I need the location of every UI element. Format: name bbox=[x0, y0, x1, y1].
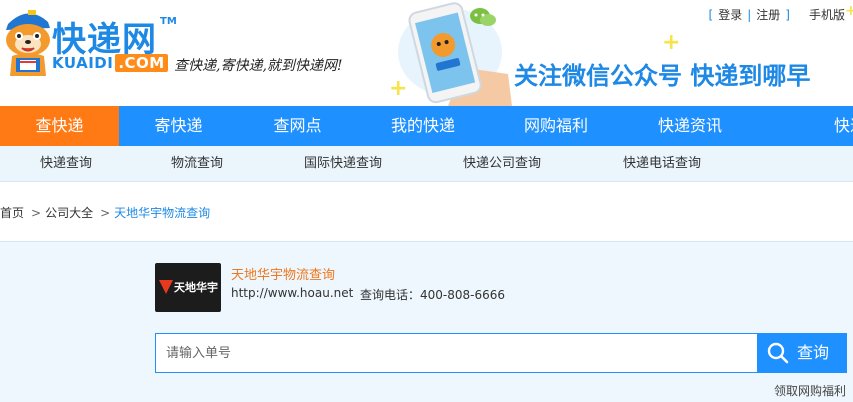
subnav-item-international[interactable]: 国际快递查询 bbox=[304, 146, 382, 182]
company-phone-label: 查询电话： bbox=[360, 288, 421, 302]
tracking-number-input[interactable] bbox=[155, 333, 757, 373]
tracking-search: 查询 bbox=[155, 333, 847, 373]
topbar-bracket: ] bbox=[785, 8, 790, 22]
company-name: 天地华宇物流查询 bbox=[231, 268, 336, 283]
topbar-bracket: [ bbox=[708, 8, 714, 22]
user-topbar: [ 登录 | 注册] 手机版 bbox=[704, 6, 845, 23]
brand-domain-suffix: .COM bbox=[115, 54, 168, 72]
site-header: 快递网 TM KUAIDI .COM 查快递,寄快递,就到快递网! + + + … bbox=[0, 0, 853, 106]
subnav-item-phone-query[interactable]: 快递电话查询 bbox=[623, 146, 701, 182]
brand-domain-name: KUAIDI bbox=[52, 54, 114, 72]
company-phone-number: 400-808-6666 bbox=[420, 288, 506, 302]
breadcrumb-separator: > bbox=[100, 206, 111, 220]
trademark: TM bbox=[160, 16, 177, 27]
nav-item-outlets[interactable]: 查网点 bbox=[238, 106, 357, 146]
subnav-item-company-query[interactable]: 快递公司查询 bbox=[463, 146, 541, 182]
sub-nav: 快递查询 物流查询 国际快递查询 快递公司查询 快递电话查询 bbox=[0, 146, 853, 182]
decor-plus-icon: + bbox=[389, 76, 408, 101]
nav-item-more[interactable]: 快递 bbox=[834, 106, 853, 146]
nav-item-send[interactable]: 寄快递 bbox=[119, 106, 238, 146]
decor-plus-icon: + bbox=[845, 3, 853, 19]
site-logo[interactable]: 快递网 TM KUAIDI .COM bbox=[0, 2, 177, 82]
register-link[interactable]: 注册 bbox=[756, 8, 780, 22]
breadcrumb-companies[interactable]: 公司大全 bbox=[45, 206, 93, 220]
subnav-item-express-query[interactable]: 快递查询 bbox=[40, 146, 92, 182]
company-phone: 查询电话：400-808-6666 bbox=[360, 286, 505, 303]
search-icon bbox=[767, 342, 789, 364]
wechat-promo-text: 关注微信公众号 快递到哪早 bbox=[514, 62, 811, 90]
topbar-divider: | bbox=[747, 8, 752, 22]
breadcrumb-separator: > bbox=[31, 206, 42, 220]
site-slogan: 查快递,寄快递,就到快递网! bbox=[174, 58, 343, 74]
breadcrumb-home[interactable]: 首页 bbox=[0, 206, 24, 220]
mobile-version-link[interactable]: 手机版 bbox=[809, 8, 845, 22]
breadcrumb: 首页 > 公司大全 > 天地华宇物流查询 bbox=[0, 204, 210, 221]
nav-item-news[interactable]: 快递资讯 bbox=[623, 106, 757, 146]
company-logo-mark-icon bbox=[159, 280, 173, 294]
login-link[interactable]: 登录 bbox=[718, 8, 742, 22]
mascot-icon bbox=[6, 10, 50, 76]
shopping-welfare-link[interactable]: 领取网购福利 bbox=[774, 382, 846, 399]
query-button-label: 查询 bbox=[797, 343, 830, 362]
decor-plus-icon: + bbox=[662, 30, 681, 55]
query-button[interactable]: 查询 bbox=[757, 333, 847, 373]
nav-item-shopping-welfare[interactable]: 网购福利 bbox=[489, 106, 623, 146]
main-nav: 查快递 寄快递 查网点 我的快递 网购福利 快递资讯 快递 bbox=[0, 106, 853, 146]
company-url[interactable]: http://www.hoau.net bbox=[231, 286, 353, 300]
breadcrumb-current: 天地华宇物流查询 bbox=[114, 206, 211, 220]
company-logo: 天地华宇 bbox=[155, 263, 221, 312]
tracking-panel: 天地华宇 天地华宇物流查询 http://www.hoau.net 查询电话：4… bbox=[0, 241, 853, 402]
nav-item-my-express[interactable]: 我的快递 bbox=[357, 106, 489, 146]
nav-item-track[interactable]: 查快递 bbox=[0, 106, 119, 146]
subnav-item-logistics-query[interactable]: 物流查询 bbox=[171, 146, 223, 182]
page: 快递网 TM KUAIDI .COM 查快递,寄快递,就到快递网! + + + … bbox=[0, 0, 853, 402]
brand-domain: KUAIDI .COM bbox=[52, 54, 168, 72]
company-logo-text: 天地华宇 bbox=[174, 281, 218, 294]
